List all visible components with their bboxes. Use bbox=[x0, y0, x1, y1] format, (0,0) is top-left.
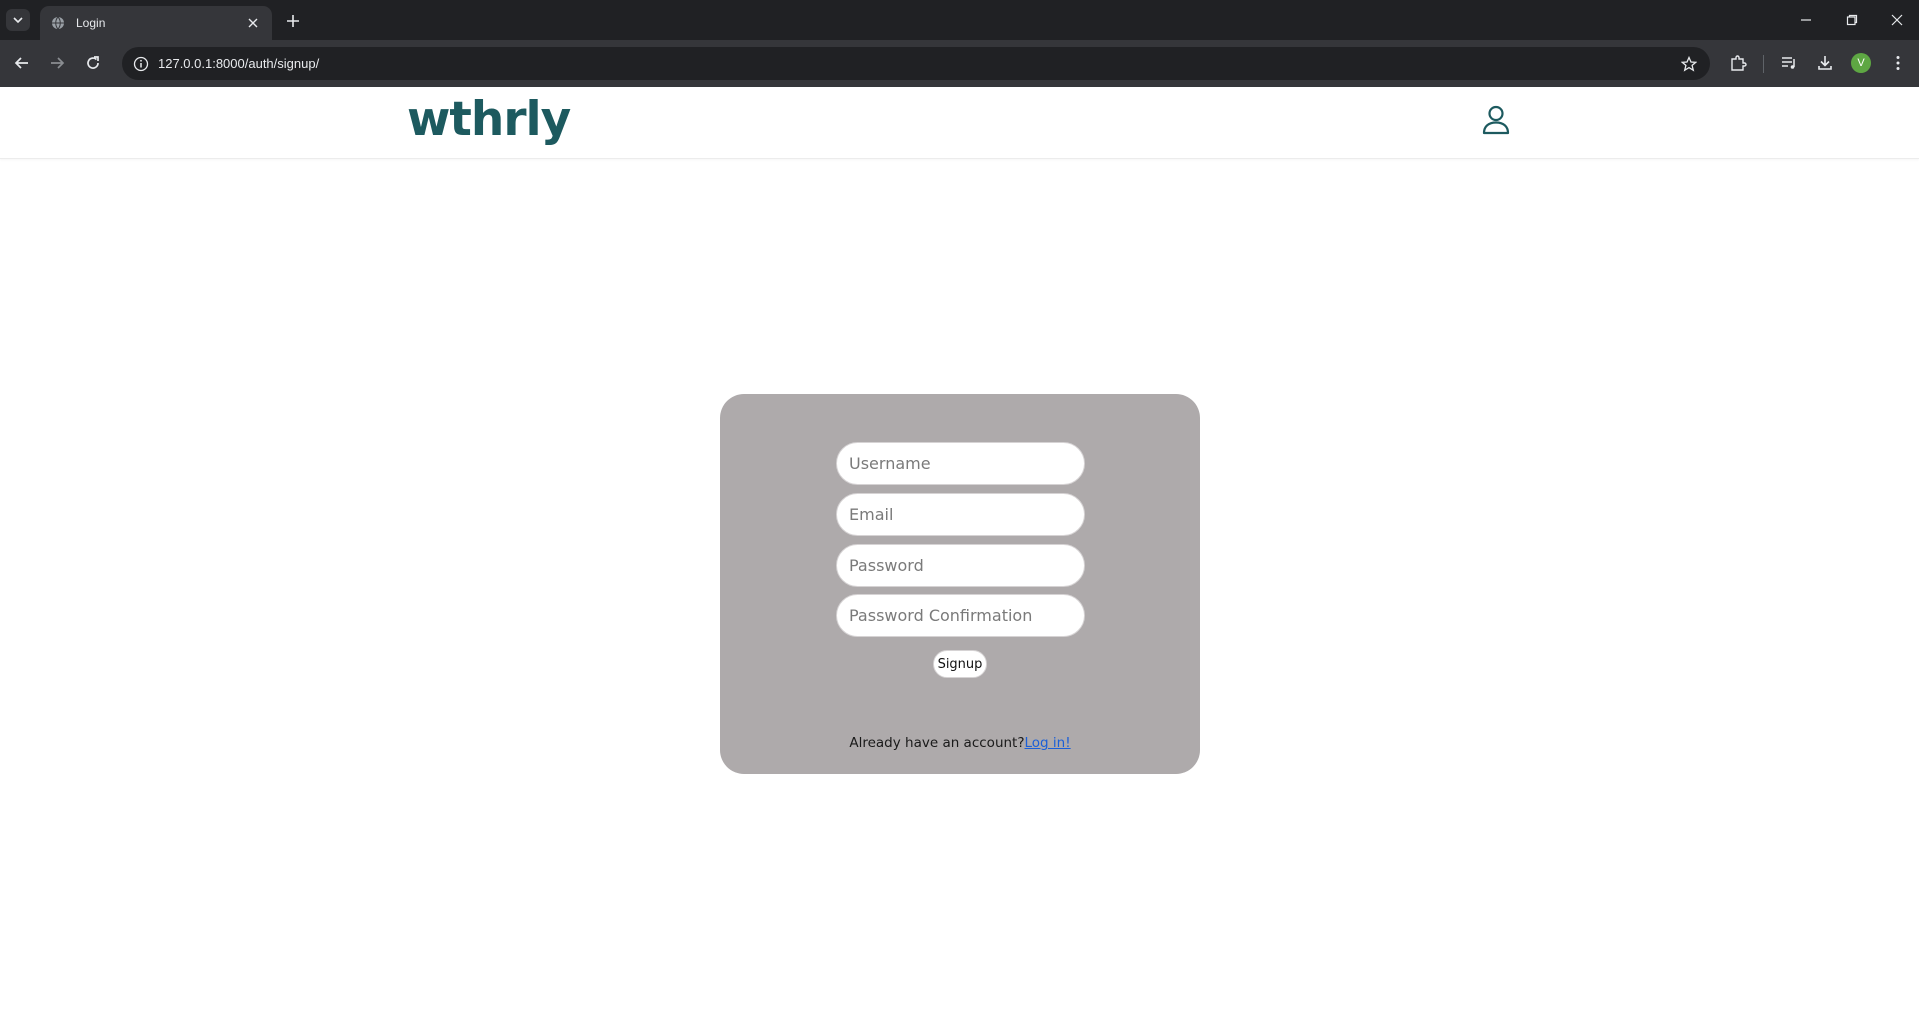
login-prompt: Already have an account?Log in! bbox=[720, 735, 1200, 751]
chevron-down-icon bbox=[13, 17, 23, 24]
arrow-right-icon bbox=[51, 57, 65, 69]
username-input[interactable] bbox=[836, 442, 1085, 485]
plus-icon bbox=[287, 15, 299, 27]
tab-search-button[interactable] bbox=[6, 9, 30, 31]
minimize-button[interactable] bbox=[1788, 4, 1824, 36]
url-text: 127.0.0.1:8000/auth/signup/ bbox=[158, 56, 320, 71]
email-input[interactable] bbox=[836, 493, 1085, 536]
browser-tab[interactable]: Login bbox=[40, 6, 272, 40]
close-icon[interactable] bbox=[244, 14, 262, 32]
globe-icon bbox=[50, 15, 66, 31]
extensions-icon[interactable] bbox=[1726, 51, 1750, 75]
browser-toolbar: 127.0.0.1:8000/auth/signup/ V bbox=[0, 40, 1919, 87]
site-header: wthrly bbox=[0, 87, 1919, 159]
password-confirmation-input[interactable] bbox=[836, 594, 1085, 637]
reload-button[interactable] bbox=[80, 50, 106, 76]
address-bar[interactable]: 127.0.0.1:8000/auth/signup/ bbox=[122, 47, 1710, 80]
login-prompt-text: Already have an account? bbox=[849, 735, 1025, 751]
site-logo[interactable]: wthrly bbox=[407, 92, 571, 148]
reload-icon bbox=[87, 56, 99, 69]
forward-button[interactable] bbox=[44, 50, 70, 76]
password-input[interactable] bbox=[836, 544, 1085, 587]
minimize-icon bbox=[1801, 19, 1811, 21]
arrow-left-icon bbox=[14, 57, 28, 69]
site-info-icon[interactable] bbox=[130, 53, 152, 75]
close-window-button[interactable] bbox=[1879, 4, 1915, 36]
profile-avatar[interactable]: V bbox=[1851, 53, 1871, 73]
tab-title: Login bbox=[76, 16, 106, 30]
signup-button[interactable]: Signup bbox=[933, 650, 987, 678]
toolbar-divider bbox=[1763, 55, 1764, 73]
browser-tab-strip: Login bbox=[0, 0, 1919, 40]
user-account-icon[interactable] bbox=[1480, 103, 1512, 137]
restore-button[interactable] bbox=[1834, 4, 1870, 36]
close-icon bbox=[1891, 14, 1903, 26]
star-icon[interactable] bbox=[1678, 53, 1700, 75]
new-tab-button[interactable] bbox=[281, 9, 305, 33]
login-link[interactable]: Log in! bbox=[1025, 735, 1071, 751]
back-button[interactable] bbox=[9, 50, 35, 76]
download-icon[interactable] bbox=[1813, 51, 1837, 75]
more-menu-icon[interactable] bbox=[1886, 51, 1910, 75]
restore-icon bbox=[1846, 14, 1858, 26]
signup-card: Signup Already have an account?Log in! bbox=[720, 394, 1200, 774]
media-controls-icon[interactable] bbox=[1777, 51, 1801, 75]
